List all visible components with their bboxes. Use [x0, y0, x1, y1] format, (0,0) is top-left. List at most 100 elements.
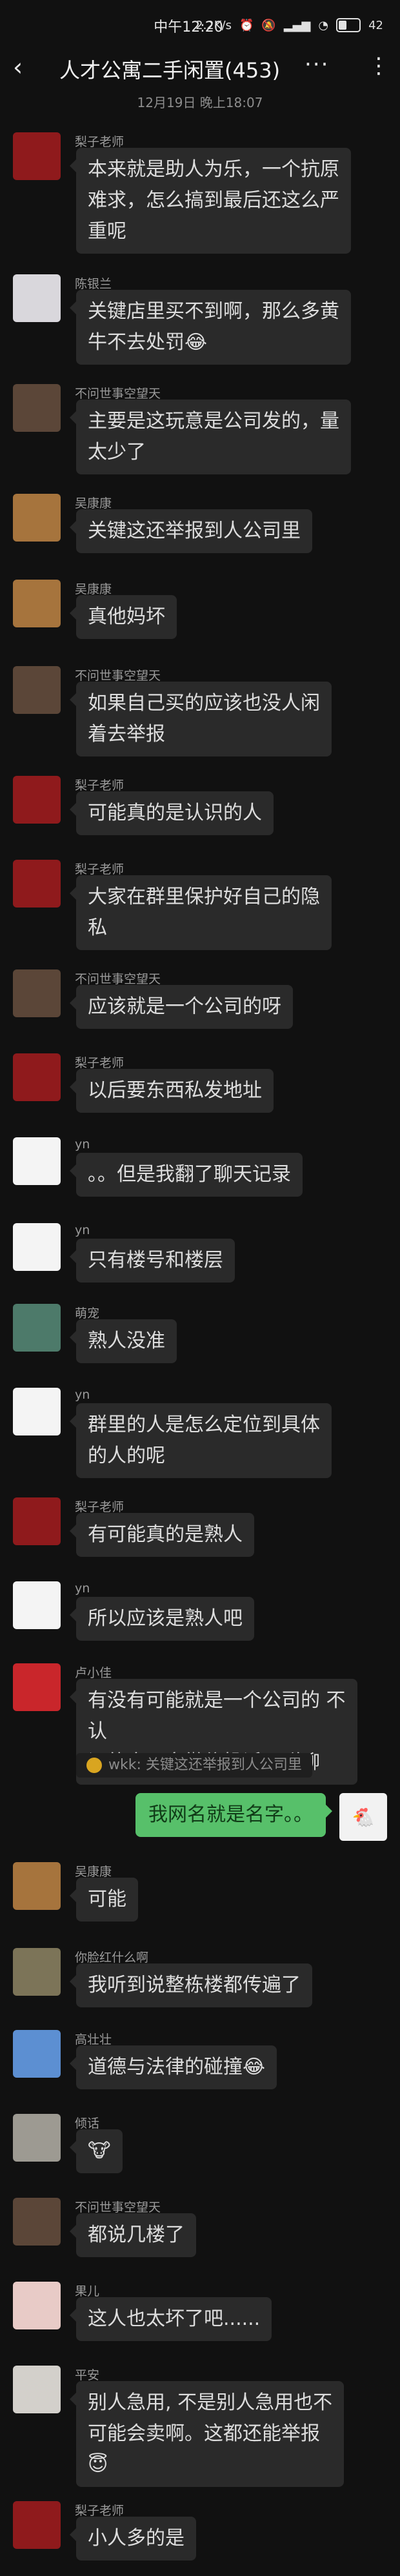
alarm-icon: ⏰: [239, 18, 254, 32]
message-text: 太少了: [88, 441, 146, 463]
message-text: 牛不去处罚😂: [88, 331, 208, 354]
message-text: 大家在群里保护好自己的隐: [88, 886, 320, 908]
message-bubble[interactable]: 真他妈坏: [70, 595, 177, 639]
message-text: 只有楼号和楼层: [88, 1249, 223, 1272]
message-bubble[interactable]: 。。但是我翻了聊天记录: [70, 1153, 303, 1197]
battery-icon: [336, 18, 361, 32]
sender-name: 梨子老师: [75, 1500, 125, 1514]
sender-name: 果儿: [75, 2284, 100, 2298]
avatar[interactable]: [13, 1223, 61, 1271]
more-dots-icon[interactable]: ···: [305, 52, 329, 77]
menu-icon[interactable]: ⋮: [368, 53, 390, 79]
message-text: 所以应该是熟人吧: [88, 1607, 243, 1630]
avatar[interactable]: [13, 1388, 61, 1435]
message-bubble[interactable]: 可能真的是认识的人: [70, 791, 274, 835]
message-bubble[interactable]: 道德与法律的碰撞😂: [69, 2045, 277, 2089]
avatar[interactable]: [13, 1053, 61, 1101]
message-text: 的人的呢: [88, 1445, 165, 1467]
message-bubble[interactable]: 本来就是助人为乐，一个抗原 难求，怎么搞到最后还这么严 重呢: [70, 148, 351, 254]
message-text: 可能: [88, 1888, 126, 1911]
my-message-bubble[interactable]: 我网名就是名字。。: [135, 1793, 332, 1837]
message-text: 😇: [88, 2453, 108, 2476]
sender-name: 吴康康: [75, 496, 112, 511]
message-bubble[interactable]: 大家在群里保护好自己的隐私: [70, 875, 332, 950]
my-avatar-icon: 🐔: [352, 1806, 375, 1828]
avatar[interactable]: [13, 494, 61, 542]
message-bubble[interactable]: 小人多的是: [70, 2517, 196, 2561]
message-text: 熟人没准: [88, 1330, 165, 1352]
avatar[interactable]: 🐔: [339, 1793, 387, 1841]
message-bubble[interactable]: 熟人没准: [70, 1319, 177, 1363]
sender-name: yn: [75, 1223, 90, 1237]
message-bubble[interactable]: 可能: [70, 1878, 138, 1922]
message-text: 可能真的是认识的人: [88, 802, 262, 824]
message-text: 难求，怎么搞到最后还这么严: [88, 189, 339, 212]
message-bubble[interactable]: 关键店里买不到啊，那么多黄 牛不去处罚😂: [70, 290, 351, 365]
avatar[interactable]: [13, 776, 61, 824]
avatar[interactable]: [13, 580, 61, 627]
sender-name: 吴康康: [75, 1865, 112, 1879]
message-text: 道德与法律的碰撞😂: [88, 2056, 266, 2078]
message-text: 有没有可能就是一个公司的 不认: [88, 1689, 346, 1743]
message-text: 着去举报: [88, 723, 165, 745]
back-arrow-icon[interactable]: ‹: [13, 53, 23, 81]
avatar[interactable]: [13, 2501, 61, 2549]
avatar[interactable]: [13, 1304, 61, 1352]
network-speed: 2.2K/s: [195, 18, 232, 32]
sender-name: 卢小佳: [75, 1666, 112, 1680]
avatar[interactable]: [13, 2366, 61, 2413]
message-text: 可能会卖啊。这都还能举报: [88, 2422, 320, 2445]
message-bubble[interactable]: 主要是这玩意是公司发的，量 太少了: [70, 400, 351, 474]
mute-icon: 🔕: [261, 18, 276, 32]
sender-name: 梨子老师: [75, 862, 125, 877]
avatar[interactable]: [13, 1581, 61, 1629]
message-text: 有可能真的是熟人: [88, 1523, 243, 1546]
sender-name: 倾话: [75, 2116, 100, 2131]
message-bubble[interactable]: 以后要东西私发地址: [70, 1069, 274, 1113]
message-text: 以后要东西私发地址: [88, 1079, 262, 1102]
avatar[interactable]: [13, 2114, 61, 2162]
message-bubble[interactable]: 我听到说整栋楼都传遍了: [70, 1963, 312, 2007]
avatar[interactable]: [13, 2198, 61, 2246]
message-bubble[interactable]: 有可能真的是熟人: [70, 1513, 254, 1557]
message-text: 如果自己买的应该也没人闲: [88, 692, 320, 715]
battery-fill: [339, 21, 346, 30]
sender-name: 梨子老师: [75, 2504, 125, 2518]
message-bubble[interactable]: 群里的人是怎么定位到具体 的人的呢: [70, 1403, 332, 1478]
sender-name: 梨子老师: [75, 778, 125, 793]
avatar[interactable]: [13, 1663, 61, 1711]
message-bubble[interactable]: 都说几楼了: [70, 2213, 196, 2257]
message-text: 我听到说整栋楼都传遍了: [88, 1974, 301, 1996]
message-bubble[interactable]: 只有楼号和楼层: [70, 1239, 235, 1283]
message-bubble[interactable]: 🐮: [70, 2129, 123, 2173]
sender-name: 不问世事空望天: [75, 2200, 161, 2215]
avatar[interactable]: [13, 132, 61, 180]
message-bubble[interactable]: 应该就是一个公司的呀: [70, 985, 293, 1029]
avatar[interactable]: [13, 1862, 61, 1910]
avatar[interactable]: [13, 969, 61, 1017]
sender-name: 不问世事空望天: [75, 387, 161, 401]
avatar[interactable]: [13, 1948, 61, 1996]
message-bubble[interactable]: 这人也太坏了吧......: [69, 2297, 272, 2341]
chat-title: 人才公寓二手闲置(453): [59, 58, 281, 83]
message-text: 应该就是一个公司的呀: [88, 995, 281, 1018]
message-text: 关键店里买不到啊，那么多黄: [88, 300, 339, 323]
sender-name: 萌宠: [75, 1306, 100, 1321]
avatar[interactable]: [13, 1497, 61, 1545]
message-bubble[interactable]: 别人急用, 不是别人急用也不 可能会卖啊。这都还能举报 😇: [69, 2381, 345, 2487]
avatar[interactable]: [13, 2030, 61, 2078]
avatar[interactable]: [13, 274, 61, 322]
message-bubble[interactable]: 所以应该是熟人吧: [70, 1597, 254, 1641]
message-bubble[interactable]: 如果自己买的应该也没人闲 着去举报: [70, 682, 332, 756]
message-text: 小人多的是: [88, 2527, 185, 2550]
avatar[interactable]: [13, 384, 61, 432]
quoted-message[interactable]: wkk: 关键这还举报到人公司里: [76, 1753, 312, 1778]
avatar[interactable]: [13, 666, 61, 714]
message-bubble[interactable]: 关键这还举报到人公司里: [70, 509, 312, 553]
message-text: 关键这还举报到人公司里: [88, 520, 301, 542]
avatar[interactable]: [13, 2282, 61, 2329]
avatar[interactable]: [13, 860, 61, 908]
message-text: 主要是这玩意是公司发的，量: [88, 410, 339, 432]
avatar[interactable]: [13, 1137, 61, 1185]
status-icons: 2.2K/s ⏰ 🔕 ▂▄▆ ◔ 42: [195, 18, 383, 32]
